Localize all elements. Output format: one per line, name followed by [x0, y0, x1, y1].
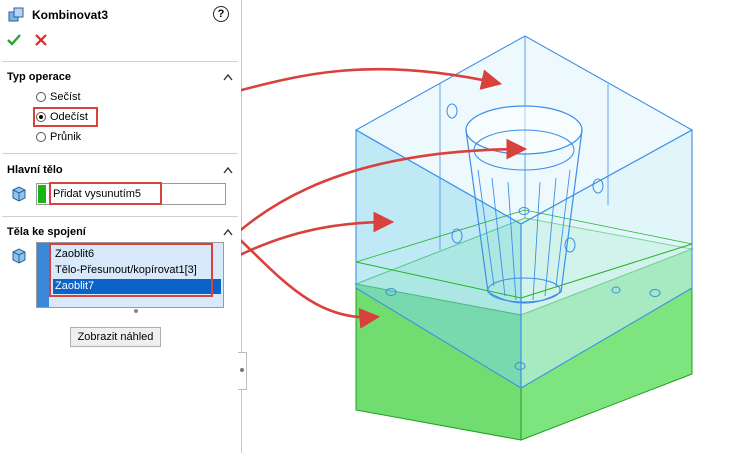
ok-button[interactable] — [7, 33, 21, 47]
divider — [2, 153, 238, 154]
help-icon[interactable]: ? — [213, 6, 229, 22]
radio-button[interactable] — [36, 92, 46, 102]
graphics-viewport[interactable] — [241, 0, 750, 453]
radio-option-intersect[interactable]: Průnik — [36, 130, 81, 144]
chevron-up-icon[interactable] — [223, 228, 233, 236]
group-title-main-body: Hlavní tělo — [7, 164, 63, 176]
group-title-bodies-to-combine: Těla ke spojení — [7, 226, 86, 238]
highlight-box — [49, 243, 213, 297]
combine-feature-icon — [8, 7, 24, 22]
panel-title-row: Kombinovat3 ? — [8, 6, 233, 24]
panel-title: Kombinovat3 — [32, 8, 109, 22]
list-scrollbar[interactable] — [36, 309, 224, 313]
chevron-up-icon[interactable] — [223, 73, 233, 81]
group-title-operation-type: Typ operace — [7, 71, 71, 83]
show-preview-button[interactable]: Zobrazit náhled — [70, 327, 161, 347]
radio-option-add[interactable]: Sečíst — [36, 90, 81, 104]
divider — [2, 61, 238, 62]
radio-label: Sečíst — [50, 91, 81, 103]
cancel-button[interactable] — [34, 33, 48, 47]
solid-body-icon — [12, 248, 26, 264]
group-operation-type-header[interactable]: Typ operace — [7, 69, 233, 85]
radio-label: Průnik — [50, 131, 82, 143]
divider — [2, 216, 238, 217]
chevron-up-icon[interactable] — [223, 166, 233, 174]
highlight-box — [49, 182, 162, 205]
property-manager-panel: Kombinovat3 ? Typ operace Sečíst Odečíst… — [0, 0, 242, 453]
solid-body-icon — [12, 186, 26, 202]
bodies-color-swatch — [37, 243, 49, 307]
main-body-color-swatch — [38, 185, 46, 203]
radio-button[interactable] — [36, 132, 46, 142]
group-bodies-to-combine-header[interactable]: Těla ke spojení — [7, 224, 233, 240]
highlight-box — [33, 107, 98, 127]
group-main-body-header[interactable]: Hlavní tělo — [7, 162, 233, 178]
